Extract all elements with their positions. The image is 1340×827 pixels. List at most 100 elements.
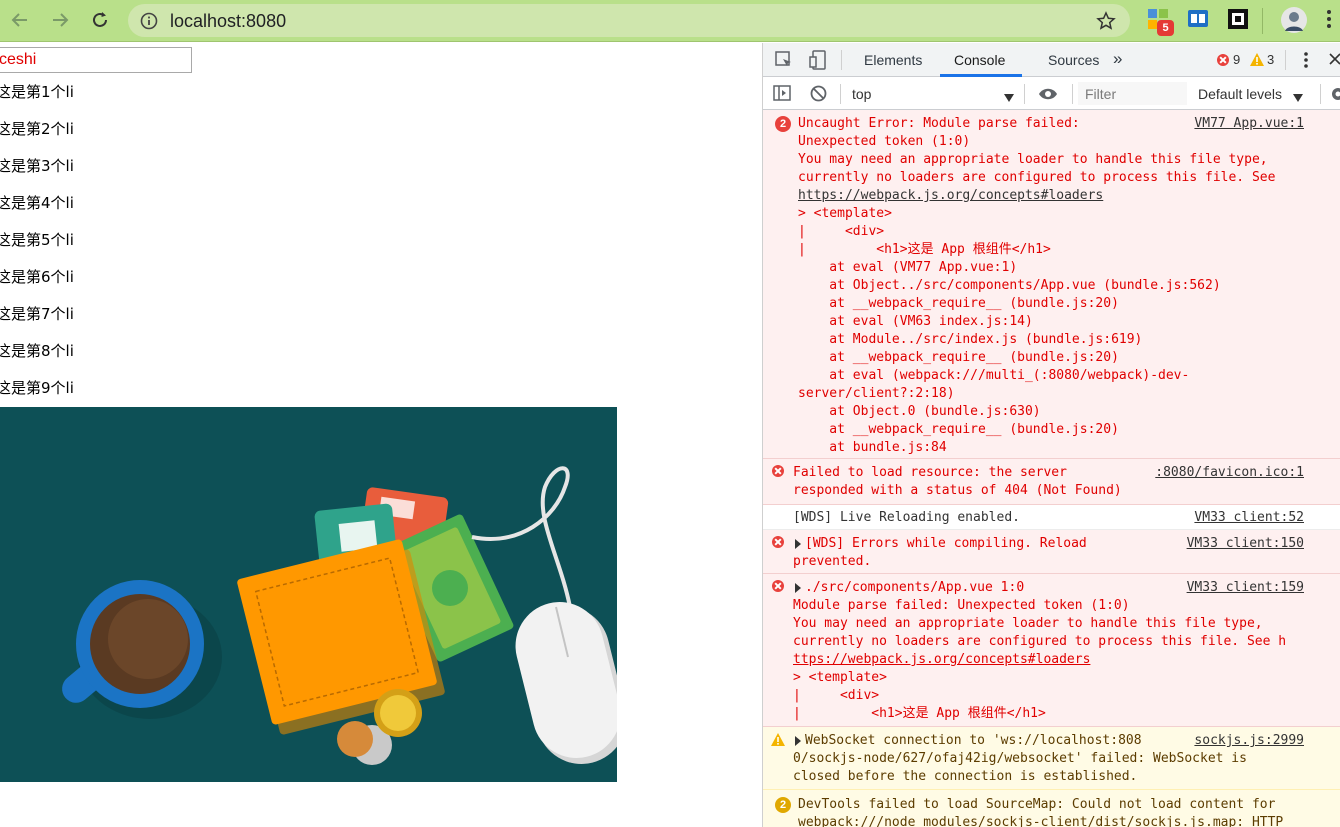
browser-menu-icon[interactable] bbox=[1326, 8, 1332, 35]
sidebar-icon[interactable] bbox=[773, 85, 791, 106]
stack-line[interactable]: at eval (VM63 index.js:14) bbox=[798, 313, 1033, 331]
error-count[interactable]: 9 bbox=[1233, 52, 1240, 67]
profile-avatar[interactable] bbox=[1280, 6, 1308, 39]
console-message-warning: 2 DevTools failed to load SourceMap: Cou… bbox=[763, 790, 1340, 827]
webpack-docs-link[interactable]: ttps://webpack.js.org/concepts#loaders bbox=[793, 651, 1090, 669]
stack-line[interactable]: at eval (VM77 App.vue:1) bbox=[798, 259, 1017, 277]
address-bar[interactable]: localhost:8080 bbox=[128, 4, 1130, 37]
repeat-count-badge: 2 bbox=[775, 797, 791, 813]
text-input[interactable]: ceshi bbox=[0, 47, 192, 73]
message-line: closed before the connection is establis… bbox=[793, 769, 1138, 784]
stack-line: server/client?:2:18) bbox=[798, 386, 955, 401]
qr-icon[interactable] bbox=[1227, 8, 1249, 35]
message-line: WebSocket connection to 'ws://localhost:… bbox=[805, 733, 1142, 748]
source-link[interactable]: VM77 App.vue:1 bbox=[1194, 115, 1304, 133]
message-line: [WDS] Live Reloading enabled. bbox=[793, 510, 1020, 525]
message-line: responded with a status of 404 (Not Foun… bbox=[793, 483, 1122, 498]
reader-icon[interactable] bbox=[1187, 8, 1209, 35]
forward-arrow-icon[interactable] bbox=[47, 7, 73, 33]
browser-toolbar: localhost:8080 5 bbox=[0, 0, 1340, 42]
console-message-warning: WebSocket connection to 'ws://localhost:… bbox=[763, 727, 1340, 790]
eye-icon[interactable] bbox=[1038, 87, 1058, 106]
list-item: 这是第1个li bbox=[0, 83, 74, 101]
message-line: Uncaught Error: Module parse failed: bbox=[798, 116, 1080, 131]
expand-triangle-icon[interactable] bbox=[795, 736, 801, 746]
message-line: currently no loaders are configured to p… bbox=[793, 634, 1287, 649]
error-icon bbox=[772, 580, 784, 592]
clear-console-icon[interactable] bbox=[810, 85, 827, 107]
stack-line[interactable]: at bundle.js:84 bbox=[798, 439, 946, 457]
devtools-panel: Elements Console Sources » 9 3 top Filte… bbox=[762, 43, 1340, 827]
error-count-icon[interactable] bbox=[1217, 54, 1229, 66]
close-devtools-icon[interactable] bbox=[1329, 52, 1340, 71]
list-item: 这是第8个li bbox=[0, 342, 74, 360]
device-toggle-icon[interactable] bbox=[809, 50, 827, 75]
gear-icon[interactable] bbox=[1330, 86, 1340, 107]
tab-sources[interactable]: Sources bbox=[1048, 52, 1099, 68]
back-arrow-icon[interactable] bbox=[7, 7, 33, 33]
expand-triangle-icon[interactable] bbox=[795, 539, 801, 549]
hero-image bbox=[0, 407, 617, 782]
tab-elements[interactable]: Elements bbox=[864, 52, 922, 68]
list-item: 这是第2个li bbox=[0, 120, 74, 138]
filter-input[interactable]: Filter bbox=[1078, 82, 1187, 105]
more-tabs-icon[interactable]: » bbox=[1113, 49, 1122, 69]
stack-line[interactable]: at eval (webpack:///multi_(:8080/webpack… bbox=[798, 367, 1189, 385]
kebab-menu-icon[interactable] bbox=[1304, 52, 1308, 73]
stack-line[interactable]: at __webpack_require__ (bundle.js:20) bbox=[798, 295, 1119, 313]
tab-console[interactable]: Console bbox=[954, 52, 1005, 68]
message-line: Module parse failed: Unexpected token (1… bbox=[793, 598, 1130, 613]
message-line: webpack:///node_modules/sockjs-client/di… bbox=[798, 815, 1284, 827]
console-message-log: [WDS] Live Reloading enabled. VM33 clien… bbox=[763, 505, 1340, 530]
stack-line[interactable]: at __webpack_require__ (bundle.js:20) bbox=[798, 421, 1119, 439]
context-selector[interactable]: top bbox=[852, 86, 871, 102]
warning-count-icon[interactable] bbox=[1250, 53, 1264, 71]
error-icon bbox=[772, 465, 784, 477]
reload-icon[interactable] bbox=[87, 7, 113, 33]
stack-line[interactable]: at __webpack_require__ (bundle.js:20) bbox=[798, 349, 1119, 367]
url-text: localhost:8080 bbox=[170, 11, 287, 31]
log-levels-dropdown[interactable]: Default levels bbox=[1198, 86, 1282, 102]
stack-line[interactable]: at Object.0 (bundle.js:630) bbox=[798, 403, 1040, 421]
star-icon[interactable] bbox=[1096, 11, 1116, 36]
page-viewport: ceshi 这是第1个li 这是第2个li 这是第3个li 这是第4个li 这是… bbox=[0, 43, 762, 827]
source-link[interactable]: VM33 client:52 bbox=[1194, 509, 1304, 527]
message-line: | <h1>这是 App 根组件</h1> bbox=[798, 242, 1051, 257]
list-item: 这是第4个li bbox=[0, 194, 74, 212]
message-line: You may need an appropriate loader to ha… bbox=[793, 616, 1263, 631]
list-item: 这是第3个li bbox=[0, 157, 74, 175]
console-message-error: ./src/components/App.vue 1:0 VM33 client… bbox=[763, 574, 1340, 727]
console-toolbar: top Filter Default levels bbox=[763, 77, 1340, 110]
message-line: [WDS] Errors while compiling. Reload bbox=[805, 536, 1087, 551]
message-line: prevented. bbox=[793, 554, 872, 569]
message-line: | <h1>这是 App 根组件</h1> bbox=[793, 706, 1046, 721]
extension-icon[interactable]: 5 bbox=[1147, 8, 1174, 37]
message-line: Unexpected token (1:0) bbox=[798, 134, 971, 149]
source-link[interactable]: VM33 client:150 bbox=[1187, 535, 1304, 553]
info-icon[interactable] bbox=[140, 12, 158, 35]
error-icon bbox=[772, 536, 784, 548]
stack-line[interactable]: at Module../src/index.js (bundle.js:619) bbox=[798, 331, 1142, 349]
webpack-docs-link[interactable]: https://webpack.js.org/concepts#loaders bbox=[798, 187, 1103, 205]
source-link[interactable]: :8080/favicon.ico:1 bbox=[1155, 464, 1304, 482]
li-list: 这是第1个li 这是第2个li 这是第3个li 这是第4个li 这是第5个li … bbox=[0, 82, 74, 415]
source-link[interactable]: VM33 client:159 bbox=[1187, 579, 1304, 597]
expand-triangle-icon[interactable] bbox=[795, 583, 801, 593]
repeat-count-badge: 2 bbox=[775, 116, 791, 132]
source-link[interactable]: sockjs.js:2999 bbox=[1194, 732, 1304, 750]
message-line: 0/sockjs-node/627/ofaj42ig/websocket' fa… bbox=[793, 751, 1247, 766]
message-line: | <div> bbox=[793, 688, 880, 703]
chevron-down-icon[interactable] bbox=[1004, 89, 1014, 107]
stack-line[interactable]: at Object../src/components/App.vue (bund… bbox=[798, 277, 1220, 295]
console-message-error: [WDS] Errors while compiling. Reload pre… bbox=[763, 530, 1340, 574]
levels-chevron-icon[interactable] bbox=[1293, 89, 1303, 107]
warning-count[interactable]: 3 bbox=[1267, 52, 1274, 67]
message-line: | <div> bbox=[798, 224, 885, 239]
devtools-tabbar: Elements Console Sources » 9 3 bbox=[763, 43, 1340, 77]
inspect-icon[interactable] bbox=[775, 51, 793, 74]
filter-placeholder: Filter bbox=[1085, 86, 1117, 102]
message-line: > <template> bbox=[798, 206, 892, 221]
message-line: currently no loaders are configured to p… bbox=[798, 170, 1276, 185]
warning-icon bbox=[771, 733, 785, 752]
console-messages: 2 Uncaught Error: Module parse failed: V… bbox=[763, 110, 1340, 827]
